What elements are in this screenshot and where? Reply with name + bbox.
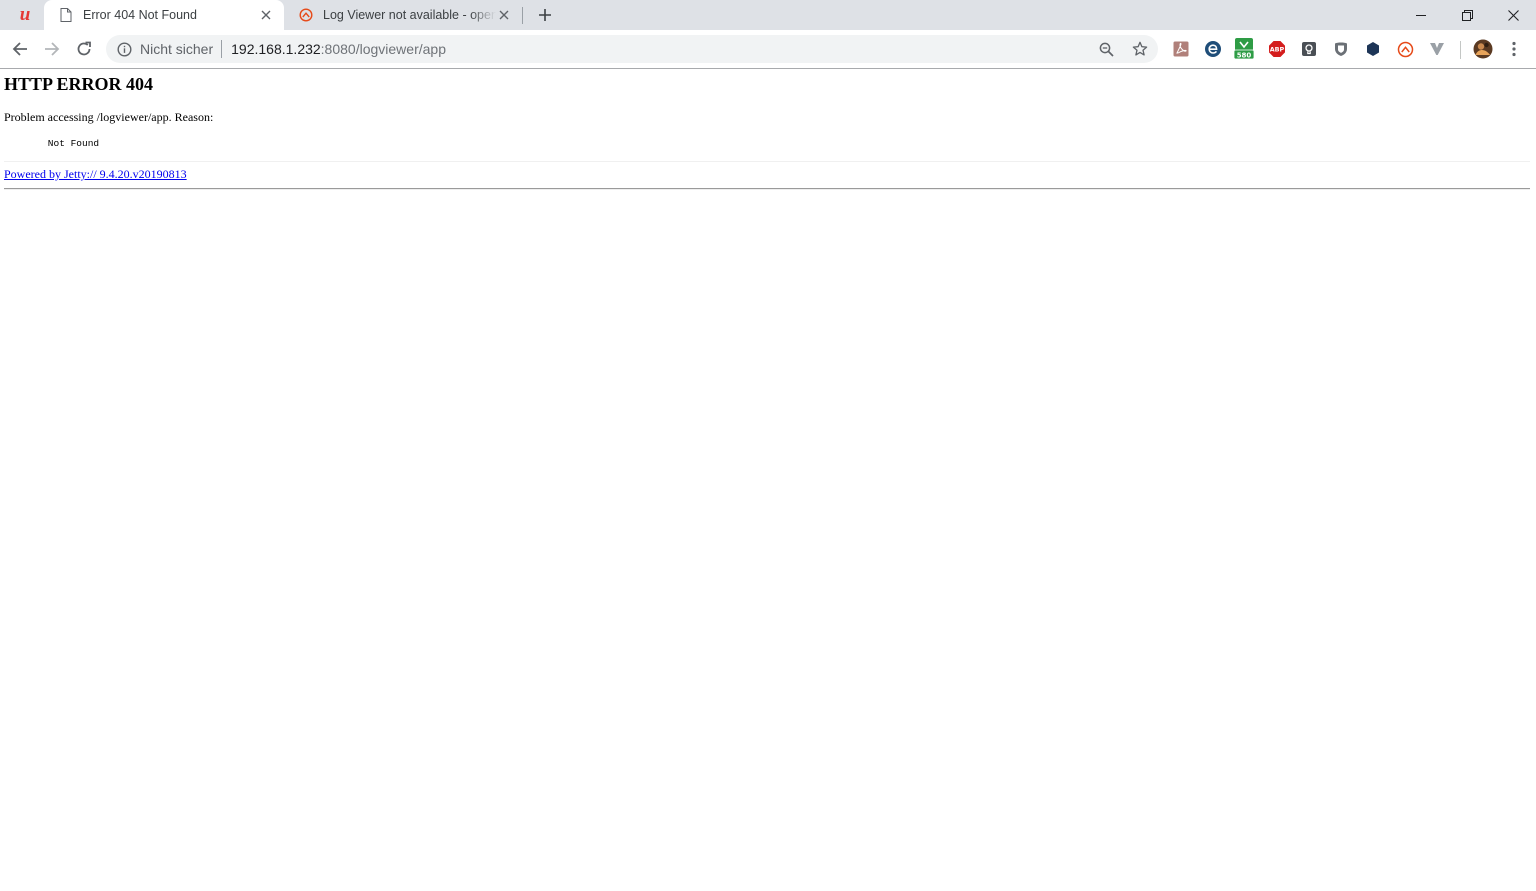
bookmark-star-icon[interactable]	[1130, 39, 1150, 59]
minimize-button[interactable]	[1398, 0, 1444, 30]
acrobat-extension-icon[interactable]	[1171, 39, 1191, 59]
close-window-button[interactable]	[1490, 0, 1536, 30]
jetty-footer-link[interactable]: Powered by Jetty:// 9.4.20.v20190813	[4, 167, 187, 182]
tab-log-viewer[interactable]: Log Viewer not available - openHAB	[288, 0, 520, 30]
plus-icon	[539, 9, 551, 21]
tab-title: Log Viewer not available - openHAB	[323, 8, 496, 22]
shield-extension-icon[interactable]	[1331, 39, 1351, 59]
menu-button[interactable]	[1504, 39, 1524, 59]
profile-avatar[interactable]	[1472, 38, 1494, 60]
forward-button[interactable]	[38, 35, 66, 63]
tab-error-404[interactable]: Error 404 Not Found	[44, 0, 284, 30]
security-label[interactable]: Nicht sicher	[140, 41, 213, 57]
error-reason-detail: Not Found	[25, 138, 100, 149]
counter-badge: 580	[1237, 52, 1252, 60]
url-path: :8080/logviewer/app	[320, 41, 446, 57]
tab-title: Error 404 Not Found	[83, 8, 197, 22]
tab-close-icon[interactable]	[258, 7, 274, 23]
reload-icon	[77, 41, 91, 56]
edge-e-extension-icon[interactable]	[1203, 39, 1223, 59]
minimize-icon	[1416, 15, 1426, 16]
tab-separator	[522, 7, 523, 24]
lightbulb-extension-icon[interactable]	[1299, 39, 1319, 59]
tab-strip: u Error 404 Not Found Log Viewer not ava…	[0, 0, 1536, 30]
back-button[interactable]	[6, 35, 34, 63]
avatar-icon	[1473, 39, 1493, 59]
openhab-extension-icon[interactable]	[1395, 39, 1415, 59]
app-logo-icon[interactable]: u	[10, 3, 40, 27]
error-reason-line: Problem accessing /logviewer/app. Reason…	[4, 110, 214, 124]
extension-separator	[1460, 41, 1461, 59]
restore-button[interactable]	[1444, 0, 1490, 30]
vivaldi-extension-icon[interactable]	[1427, 39, 1447, 59]
info-icon[interactable]	[116, 41, 132, 57]
address-bar[interactable]: Nicht sicher 192.168.1.232:8080/logviewe…	[106, 35, 1158, 63]
url-host: 192.168.1.232	[231, 41, 321, 57]
adblock-plus-icon[interactable]: ABP	[1267, 39, 1287, 59]
address-separator	[221, 40, 223, 58]
page-content: HTTP ERROR 404 Problem accessing /logvie…	[0, 69, 1536, 891]
divider	[4, 161, 1530, 162]
zoom-icon[interactable]	[1096, 39, 1116, 59]
openhab-icon	[298, 7, 314, 23]
browser-toolbar: Nicht sicher 192.168.1.232:8080/logviewe…	[0, 30, 1536, 69]
close-icon	[1507, 9, 1519, 21]
abp-label: ABP	[1270, 46, 1285, 54]
new-tab-button[interactable]	[533, 4, 557, 26]
error-heading: HTTP ERROR 404	[4, 74, 154, 94]
reload-button[interactable]	[70, 35, 98, 63]
arrow-right-icon	[45, 42, 60, 56]
arrow-left-icon	[12, 42, 27, 56]
document-icon	[58, 7, 74, 23]
horizontal-rule	[4, 188, 1530, 190]
kebab-menu-icon	[1512, 41, 1516, 57]
tab-close-icon[interactable]	[496, 7, 512, 23]
restore-icon	[1461, 9, 1473, 21]
hexagon-extension-icon[interactable]	[1363, 39, 1383, 59]
counter-extension-icon[interactable]: 580	[1234, 38, 1254, 60]
